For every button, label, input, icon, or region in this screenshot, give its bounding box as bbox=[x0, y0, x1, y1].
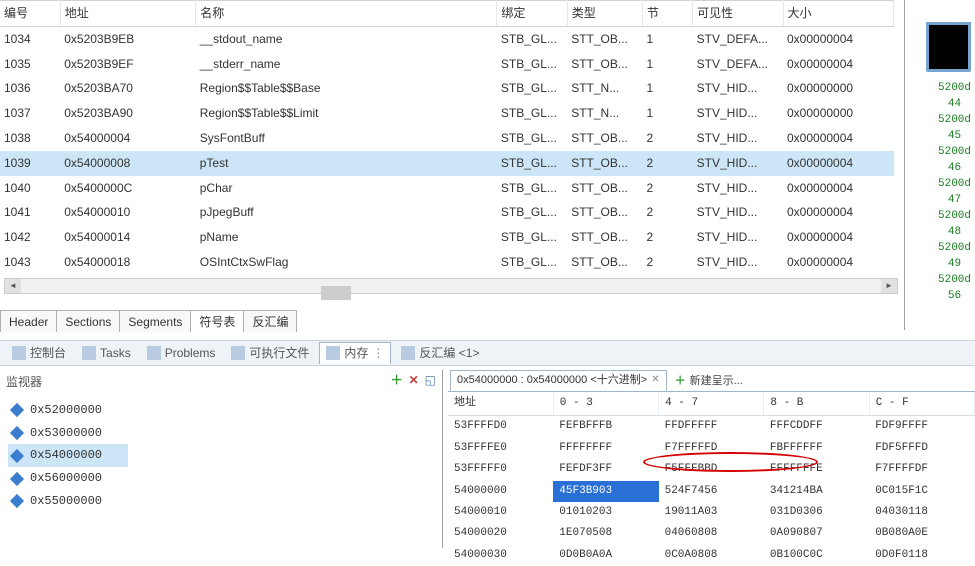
memory-row[interactable]: 53FFFFD0FEFBFFFBFFDFFFFFFFFCDDFFFDF9FFFF bbox=[448, 416, 975, 438]
view-icon bbox=[147, 346, 161, 360]
scroll-thumb[interactable] bbox=[321, 286, 351, 300]
tab-segments[interactable]: Segments bbox=[119, 310, 191, 332]
view-icon bbox=[326, 346, 340, 360]
memory-row[interactable]: 53FFFFE0FFFFFFFFF7FFFFFDFBFFFFFFFDF5FFFD bbox=[448, 438, 975, 459]
close-icon[interactable]: ✕ bbox=[651, 373, 659, 387]
symbol-table: 编号地址名称绑定类型节可见性大小 10340x5203B9EB__stdout_… bbox=[0, 0, 894, 275]
col-header[interactable]: 可见性 bbox=[693, 1, 783, 27]
table-row[interactable]: 10390x54000008pTestSTB_GL...STT_OB...2ST… bbox=[0, 151, 894, 176]
mem-col-header[interactable]: 0 - 3 bbox=[553, 392, 658, 416]
table-row[interactable]: 10350x5203B9EF__stderr_nameSTB_GL...STT_… bbox=[0, 52, 894, 77]
monitor-item[interactable]: 0x53000000 bbox=[8, 422, 434, 445]
views-bar: 控制台TasksProblems可执行文件内存 ⋮反汇编 <1> bbox=[0, 340, 975, 366]
col-header[interactable]: 类型 bbox=[567, 1, 642, 27]
view-tab[interactable]: Problems bbox=[141, 343, 222, 364]
add-icon[interactable]: ＋ bbox=[391, 372, 403, 389]
right-preview-pane: 5200d445200d455200d465200d475200d485200d… bbox=[910, 0, 975, 325]
table-row[interactable]: 10420x54000014pNameSTB_GL...STT_OB...2ST… bbox=[0, 225, 894, 250]
monitor-item[interactable]: 0x55000000 bbox=[8, 490, 434, 513]
new-render-tab[interactable]: ＋ 新建呈示... bbox=[669, 372, 749, 391]
scroll-right-arrow[interactable]: ► bbox=[881, 279, 897, 293]
mem-col-header[interactable]: 4 - 7 bbox=[659, 392, 764, 416]
tab-header[interactable]: Header bbox=[0, 310, 57, 332]
symbol-table-pane: 编号地址名称绑定类型节可见性大小 10340x5203B9EB__stdout_… bbox=[0, 0, 905, 330]
memory-pane: 0x54000000 : 0x54000000 <十六进制> ✕ ＋ 新建呈示.… bbox=[448, 370, 975, 548]
col-header[interactable]: 绑定 bbox=[497, 1, 567, 27]
diamond-icon bbox=[10, 426, 24, 440]
table-row[interactable]: 10370x5203BA90Region$$Table$$LimitSTB_GL… bbox=[0, 101, 894, 126]
mem-col-header[interactable]: 8 - B bbox=[764, 392, 869, 416]
view-tab[interactable]: 反汇编 <1> bbox=[395, 343, 485, 364]
table-row[interactable]: 10410x54000010pJpegBuffSTB_GL...STT_OB..… bbox=[0, 200, 894, 225]
diamond-icon bbox=[10, 494, 24, 508]
col-header[interactable]: 名称 bbox=[196, 1, 497, 27]
table-row[interactable]: 10380x54000004SysFontBuffSTB_GL...STT_OB… bbox=[0, 126, 894, 151]
monitor-item[interactable]: 0x54000000 bbox=[8, 444, 128, 467]
view-icon bbox=[12, 346, 26, 360]
view-tab[interactable]: Tasks bbox=[76, 343, 137, 364]
table-row[interactable]: 10430x54000018OSIntCtxSwFlagSTB_GL...STT… bbox=[0, 250, 894, 275]
diamond-icon bbox=[10, 403, 24, 417]
tab-符号表[interactable]: 符号表 bbox=[190, 310, 244, 332]
table-row[interactable]: 10340x5203B9EB__stdout_nameSTB_GL...STT_… bbox=[0, 26, 894, 51]
monitor-item[interactable]: 0x56000000 bbox=[8, 467, 434, 490]
remove-icon[interactable]: ✕ bbox=[409, 372, 419, 389]
table-row[interactable]: 10360x5203BA70Region$$Table$$BaseSTB_GL.… bbox=[0, 76, 894, 101]
view-tab[interactable]: 可执行文件 bbox=[225, 343, 315, 364]
memory-row[interactable]: 53FFFFF0FEFDF3FFF5FFFBBDFFFFFFFEF7FFFFDF bbox=[448, 459, 975, 480]
view-icon bbox=[401, 346, 415, 360]
mem-col-header[interactable]: C - F bbox=[869, 392, 974, 416]
memory-row[interactable]: 540000201E070508040608080A0908070B080A0E bbox=[448, 523, 975, 544]
col-header[interactable]: 大小 bbox=[783, 1, 894, 27]
view-tab[interactable]: 控制台 bbox=[6, 343, 72, 364]
view-tab[interactable]: 内存 ⋮ bbox=[319, 342, 391, 364]
monitor-pane: 监视器 ＋ ✕ ◱ 0x520000000x530000000x54000000… bbox=[0, 370, 443, 548]
memory-row[interactable]: 540000100101020319011A03031D030604030118 bbox=[448, 502, 975, 523]
col-header[interactable]: 节 bbox=[642, 1, 692, 27]
mem-col-header[interactable]: 地址 bbox=[448, 392, 553, 416]
view-icon bbox=[231, 346, 245, 360]
memory-table: 地址0 - 34 - 78 - BC - F 53FFFFD0FEFBFFFBF… bbox=[448, 392, 975, 566]
plus-icon: ＋ bbox=[675, 374, 686, 389]
diamond-icon bbox=[10, 449, 24, 463]
memory-row[interactable]: 5400000045F3B903524F7456341214BA0C015F1C bbox=[448, 481, 975, 502]
memory-tab[interactable]: 0x54000000 : 0x54000000 <十六进制> ✕ bbox=[450, 370, 667, 391]
tab-反汇编[interactable]: 反汇编 bbox=[243, 310, 297, 332]
horizontal-scrollbar[interactable]: ◄ ► bbox=[4, 278, 898, 294]
preview-image bbox=[926, 22, 971, 72]
monitor-title: 监视器 bbox=[0, 370, 442, 395]
table-row[interactable]: 10400x5400000CpCharSTB_GL...STT_OB...2ST… bbox=[0, 176, 894, 201]
col-header[interactable]: 地址 bbox=[60, 1, 196, 27]
diamond-icon bbox=[10, 472, 24, 486]
symbol-bottom-tabs: HeaderSectionsSegments符号表反汇编 bbox=[0, 310, 296, 332]
tab-sections[interactable]: Sections bbox=[56, 310, 120, 332]
monitor-item[interactable]: 0x52000000 bbox=[8, 399, 434, 422]
view-icon bbox=[82, 346, 96, 360]
col-header[interactable]: 编号 bbox=[0, 1, 60, 27]
scroll-left-arrow[interactable]: ◄ bbox=[5, 279, 21, 293]
toggle-icon[interactable]: ◱ bbox=[425, 372, 436, 389]
